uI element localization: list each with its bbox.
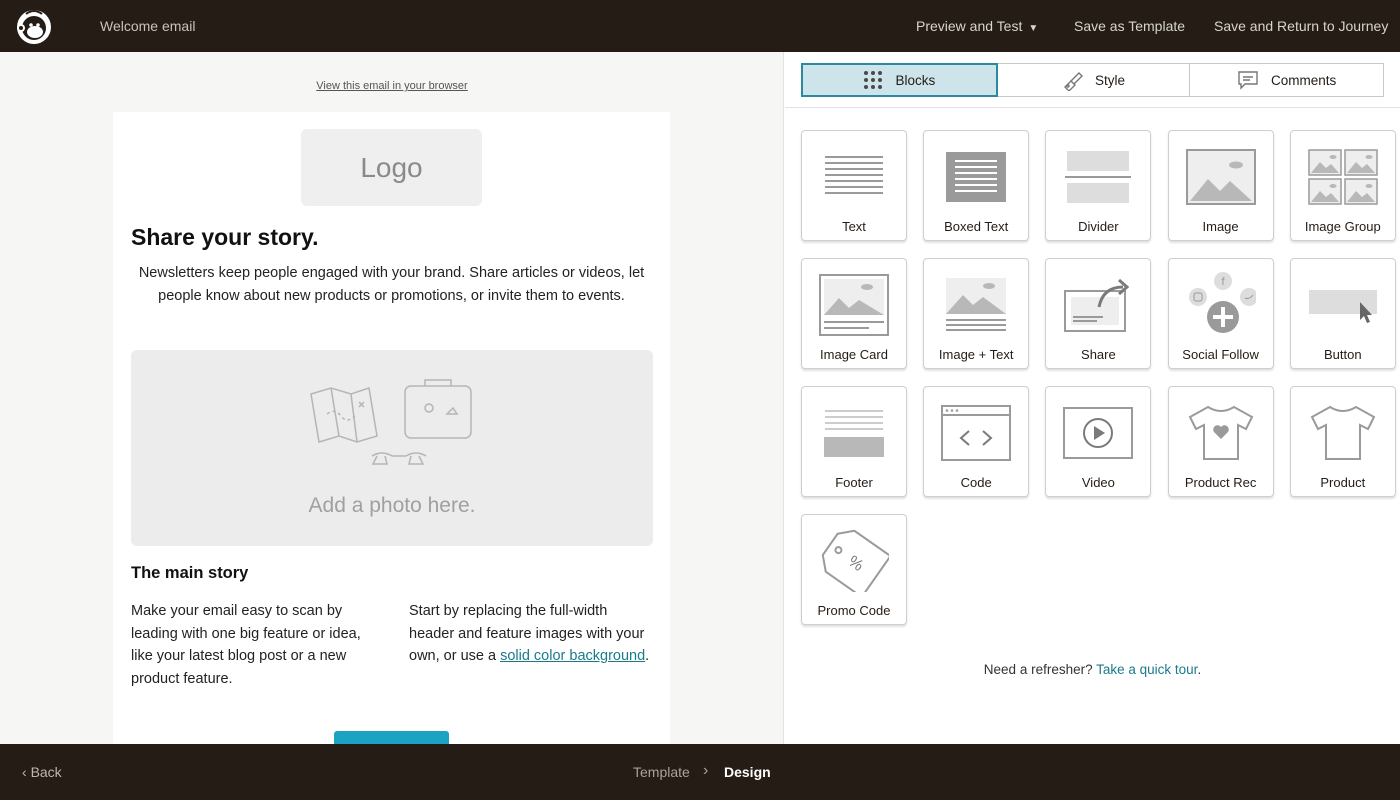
video-icon [1046, 401, 1150, 465]
refresher-note: Need a refresher? Take a quick tour. [785, 662, 1400, 677]
block-label: Text [842, 219, 866, 234]
save-and-return-button[interactable]: Save and Return to Journey [1214, 18, 1388, 34]
chevron-right-icon: › [703, 762, 709, 779]
boxed-text-icon [924, 145, 1028, 209]
quick-tour-link[interactable]: Take a quick tour [1096, 662, 1197, 677]
block-label: Boxed Text [944, 219, 1009, 234]
cta-button[interactable] [334, 731, 449, 744]
refresher-end: . [1197, 662, 1202, 677]
comment-icon [1238, 71, 1258, 90]
block-label: Product [1320, 475, 1366, 490]
block-label: Footer [835, 475, 873, 490]
panel-tabs: Blocks Style Comments [801, 63, 1384, 97]
block-label: Image Card [820, 347, 888, 362]
block-label: Video [1081, 475, 1115, 490]
grid-dots-icon [864, 71, 883, 89]
view-in-browser-link[interactable]: View this email in your browser [0, 80, 783, 92]
solid-color-background-link[interactable]: solid color background [500, 648, 645, 664]
paint-brush-icon [1064, 72, 1083, 91]
divider-icon [1046, 145, 1150, 209]
block-video[interactable]: Video [1045, 386, 1152, 497]
back-label: Back [30, 764, 62, 780]
block-divider[interactable]: Divider [1045, 130, 1152, 241]
block-button[interactable]: Button [1289, 258, 1396, 369]
photo-caption: Add a photo here. [308, 494, 476, 517]
photo-placeholder[interactable]: Add a photo here. [131, 350, 653, 546]
image-group-icon [1291, 145, 1395, 209]
tab-style-label: Style [1095, 72, 1126, 88]
document-title: Welcome email [100, 18, 196, 34]
promo-code-icon: % [802, 529, 906, 593]
chevron-left-icon: ‹ [22, 764, 27, 780]
block-product-rec[interactable]: Product Rec [1167, 386, 1274, 497]
block-label: Share [1081, 347, 1116, 362]
block-label: Code [960, 475, 992, 490]
block-label: Product Rec [1184, 475, 1257, 490]
story-column-right-end: . [645, 648, 650, 664]
block-label: Image [1202, 219, 1239, 234]
back-button[interactable]: ‹ Back [22, 764, 62, 780]
code-icon [924, 401, 1028, 465]
tab-style[interactable]: Style [997, 64, 1191, 96]
story-column-right[interactable]: Start by replacing the full-width header… [409, 600, 654, 668]
main-story-title[interactable]: The main story [131, 564, 248, 583]
block-image-text[interactable]: Image + Text [923, 258, 1030, 369]
block-label: Promo Code [817, 603, 891, 618]
block-promo-code[interactable]: % Promo Code [801, 514, 907, 625]
tab-comments-label: Comments [1271, 72, 1337, 88]
mailchimp-logo-icon[interactable] [14, 6, 54, 46]
tab-blocks[interactable]: Blocks [801, 63, 998, 97]
email-intro[interactable]: Newsletters keep people engaged with you… [131, 262, 652, 308]
tab-comments[interactable]: Comments [1190, 64, 1383, 96]
email-canvas: View this email in your browser Logo Sha… [0, 52, 784, 744]
story-column-left[interactable]: Make your email easy to scan by leading … [131, 600, 376, 690]
block-code[interactable]: Code [923, 386, 1030, 497]
product-icon [1291, 401, 1395, 465]
email-body: Logo Share your story. Newsletters keep … [113, 112, 670, 744]
breadcrumb-design: Design [724, 764, 771, 780]
block-footer[interactable]: Footer [801, 386, 907, 497]
button-icon [1291, 273, 1395, 337]
block-social-follow[interactable]: f Social Follow [1167, 258, 1274, 369]
block-product[interactable]: Product [1289, 386, 1396, 497]
block-image[interactable]: Image [1167, 130, 1274, 241]
block-label: Image Group [1304, 219, 1381, 234]
top-bar: Welcome email Preview and Test ▼ Save as … [0, 0, 1400, 52]
social-follow-icon: f [1169, 272, 1273, 337]
text-icon [802, 145, 906, 209]
preview-test-menu[interactable]: Preview and Test ▼ [916, 18, 1038, 34]
product-rec-icon [1169, 401, 1273, 465]
tab-blocks-label: Blocks [895, 72, 936, 88]
chevron-down-icon: ▼ [1028, 23, 1039, 34]
travel-illustration-icon [310, 379, 472, 465]
refresher-text: Need a refresher? [983, 662, 1097, 677]
block-label: Divider [1078, 219, 1119, 234]
image-card-icon [802, 273, 906, 337]
block-text[interactable]: Text [801, 130, 907, 241]
block-label: Social Follow [1182, 347, 1259, 362]
block-label: Image + Text [938, 347, 1014, 362]
share-icon [1046, 273, 1150, 337]
save-as-template-button[interactable]: Save as Template [1074, 18, 1185, 34]
footer-icon [802, 401, 906, 465]
image-text-icon [924, 273, 1028, 337]
email-headline[interactable]: Share your story. [131, 224, 318, 251]
block-image-card[interactable]: Image Card [801, 258, 907, 369]
logo-placeholder[interactable]: Logo [301, 129, 482, 206]
block-boxed-text[interactable]: Boxed Text [923, 130, 1030, 241]
breadcrumb-template[interactable]: Template [633, 764, 690, 780]
image-icon [1169, 145, 1273, 209]
block-share[interactable]: Share [1045, 258, 1152, 369]
block-image-group[interactable]: Image Group [1289, 130, 1396, 241]
bottom-bar: ‹ Back Template › Design [0, 744, 1400, 800]
panel-divider [785, 107, 1400, 108]
block-label: Button [1324, 347, 1362, 362]
preview-test-label: Preview and Test [916, 18, 1023, 34]
content-panel: Blocks Style Comments Text Boxed Text Divi… [785, 52, 1400, 744]
